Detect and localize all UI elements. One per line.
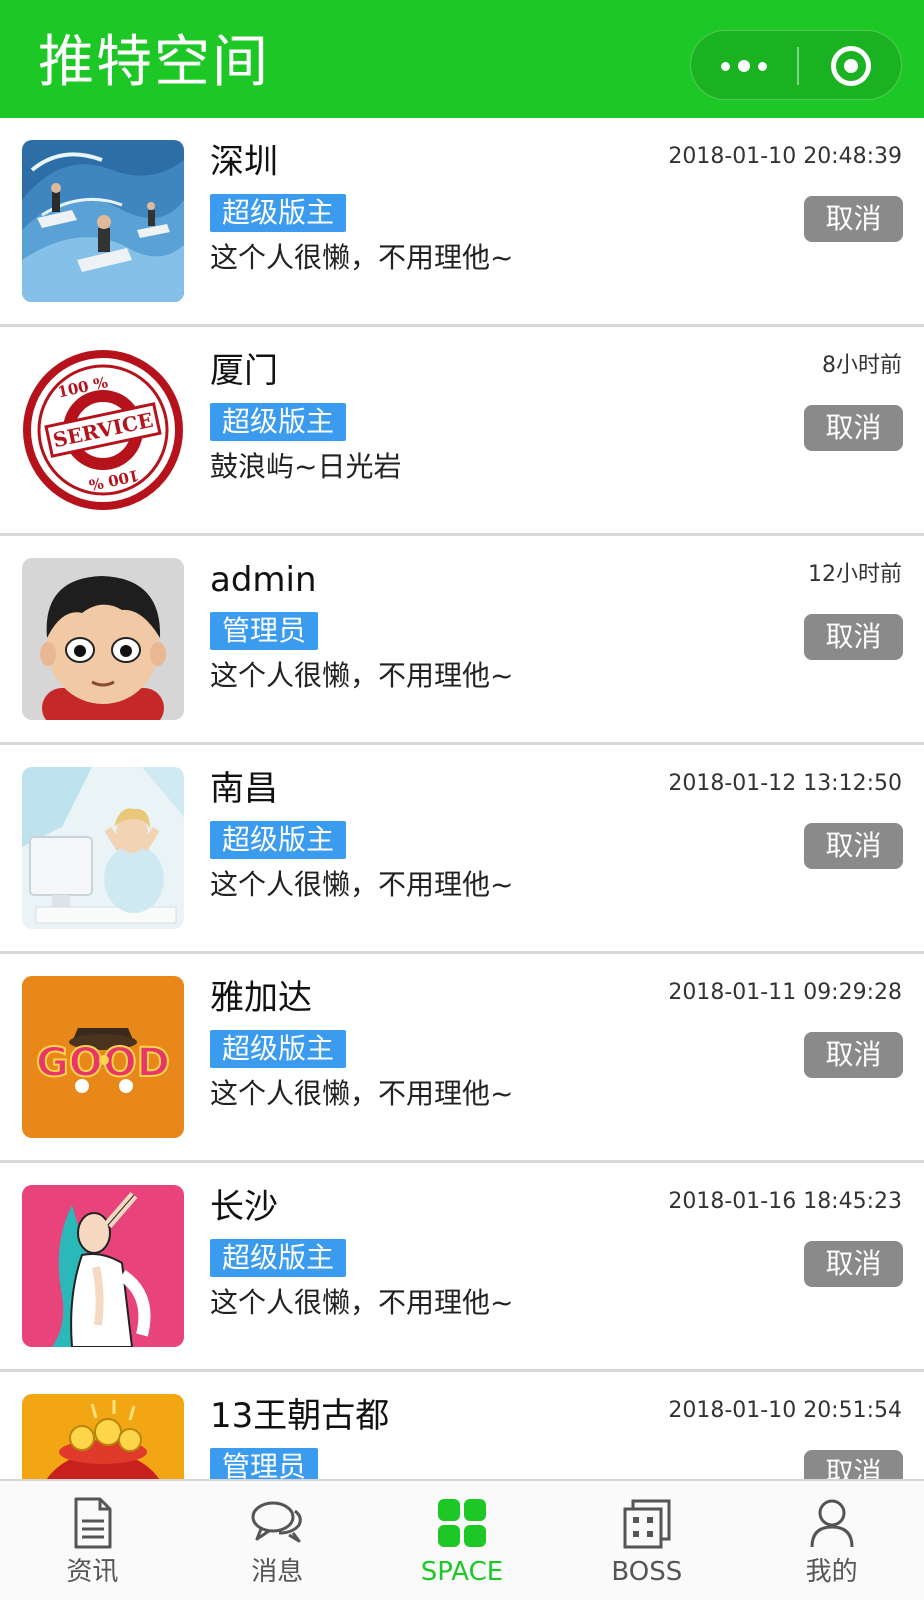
member-name: 长沙 <box>210 1187 278 1227</box>
person-icon <box>804 1495 860 1551</box>
member-desc: 鼓浪屿~日光岩 <box>210 450 402 483</box>
close-button[interactable] <box>799 31 903 101</box>
member-name: 深圳 <box>210 142 278 182</box>
pinup-girl-avatar <box>22 1185 184 1347</box>
member-name: 13王朝古都 <box>210 1396 390 1436</box>
tab-label: 资讯 <box>66 1557 119 1587</box>
member-desc: 这个人很懒，不用理他~ <box>210 659 514 692</box>
money-bag-avatar <box>22 1394 184 1479</box>
cancel-button[interactable]: 取消 <box>804 1450 903 1479</box>
more-dots-icon <box>721 60 767 72</box>
cancel-button[interactable]: 取消 <box>804 405 903 451</box>
nav-header: 推特空间 <box>0 0 924 118</box>
member-time: 2018-01-16 18:45:23 <box>668 1189 902 1214</box>
list-item[interactable]: admin 12小时前 管理员 这个人很懒，不用理他~ 取消 <box>0 536 924 745</box>
member-desc: 这个人很懒，不用理他~ <box>210 1286 514 1319</box>
member-name: 雅加达 <box>210 978 312 1018</box>
building-icon <box>619 1495 675 1551</box>
tab-space[interactable]: SPACE <box>370 1481 555 1600</box>
tab-bar: 资讯 消息 SPACE BOSS 我的 <box>0 1479 924 1600</box>
document-icon <box>64 1495 120 1551</box>
cancel-button[interactable]: 取消 <box>804 1032 903 1078</box>
app-page: 推特空间 深圳 2018-01-10 20:48:39 超级版主 这个人很懒，不… <box>0 0 924 1600</box>
role-badge: 管理员 <box>210 612 319 650</box>
target-circle-icon <box>831 46 871 86</box>
member-name: admin <box>210 560 317 600</box>
surf-waves-avatar <box>22 140 184 302</box>
chat-bubbles-icon <box>249 1495 305 1551</box>
member-name: 厦门 <box>210 351 278 391</box>
list-item[interactable]: GOOD 雅加达 2018-01-11 09:29:28 超级版主 这个人很懒，… <box>0 954 924 1163</box>
tab-news[interactable]: 资讯 <box>0 1481 185 1600</box>
cancel-button[interactable]: 取消 <box>804 196 903 242</box>
list-item[interactable]: 长沙 2018-01-16 18:45:23 超级版主 这个人很懒，不用理他~ … <box>0 1163 924 1372</box>
tab-label: SPACE <box>420 1557 504 1587</box>
grid-squares-icon <box>434 1495 490 1551</box>
good-logo-avatar: GOOD <box>22 976 184 1138</box>
member-desc: 这个人很懒，不用理他~ <box>210 1077 514 1110</box>
member-time: 2018-01-12 13:12:50 <box>668 771 902 796</box>
role-badge: 超级版主 <box>210 403 347 441</box>
member-time: 12小时前 <box>808 562 902 587</box>
list-item[interactable]: 13王朝古都 2018-01-10 20:51:54 管理员 取消 <box>0 1372 924 1479</box>
role-badge: 超级版主 <box>210 1239 347 1277</box>
role-badge: 管理员 <box>210 1448 319 1479</box>
list-item[interactable]: SERVICE 100 % 100 % 厦门 8小时前 超级版主 鼓浪屿~日光岩… <box>0 327 924 536</box>
role-badge: 超级版主 <box>210 821 347 859</box>
tab-label: 我的 <box>805 1557 858 1587</box>
tab-label: 消息 <box>251 1557 304 1587</box>
member-time: 2018-01-10 20:51:54 <box>668 1398 902 1423</box>
cancel-button[interactable]: 取消 <box>804 823 903 869</box>
page-title: 推特空间 <box>38 30 270 95</box>
tab-label: BOSS <box>611 1557 683 1587</box>
role-badge: 超级版主 <box>210 1030 347 1068</box>
member-time: 2018-01-11 09:29:28 <box>668 980 902 1005</box>
mini-program-capsule <box>690 30 902 100</box>
member-desc: 这个人很懒，不用理他~ <box>210 868 514 901</box>
tab-mine[interactable]: 我的 <box>739 1481 924 1600</box>
cancel-button[interactable]: 取消 <box>804 1241 903 1287</box>
member-desc: 这个人很懒，不用理他~ <box>210 241 514 274</box>
member-name: 南昌 <box>210 769 278 809</box>
cancel-button[interactable]: 取消 <box>804 614 903 660</box>
tab-messages[interactable]: 消息 <box>185 1481 370 1600</box>
cartoon-boy-avatar <box>22 558 184 720</box>
member-list[interactable]: 深圳 2018-01-10 20:48:39 超级版主 这个人很懒，不用理他~ … <box>0 118 924 1479</box>
role-badge: 超级版主 <box>210 194 347 232</box>
tab-boss[interactable]: BOSS <box>554 1481 739 1600</box>
more-button[interactable] <box>691 31 797 101</box>
list-item[interactable]: 南昌 2018-01-12 13:12:50 超级版主 这个人很懒，不用理他~ … <box>0 745 924 954</box>
woman-computer-avatar <box>22 767 184 929</box>
service-stamp-avatar: SERVICE 100 % 100 % <box>22 349 184 511</box>
list-item[interactable]: 深圳 2018-01-10 20:48:39 超级版主 这个人很懒，不用理他~ … <box>0 118 924 327</box>
member-time: 8小时前 <box>822 353 902 378</box>
member-time: 2018-01-10 20:48:39 <box>668 144 902 169</box>
